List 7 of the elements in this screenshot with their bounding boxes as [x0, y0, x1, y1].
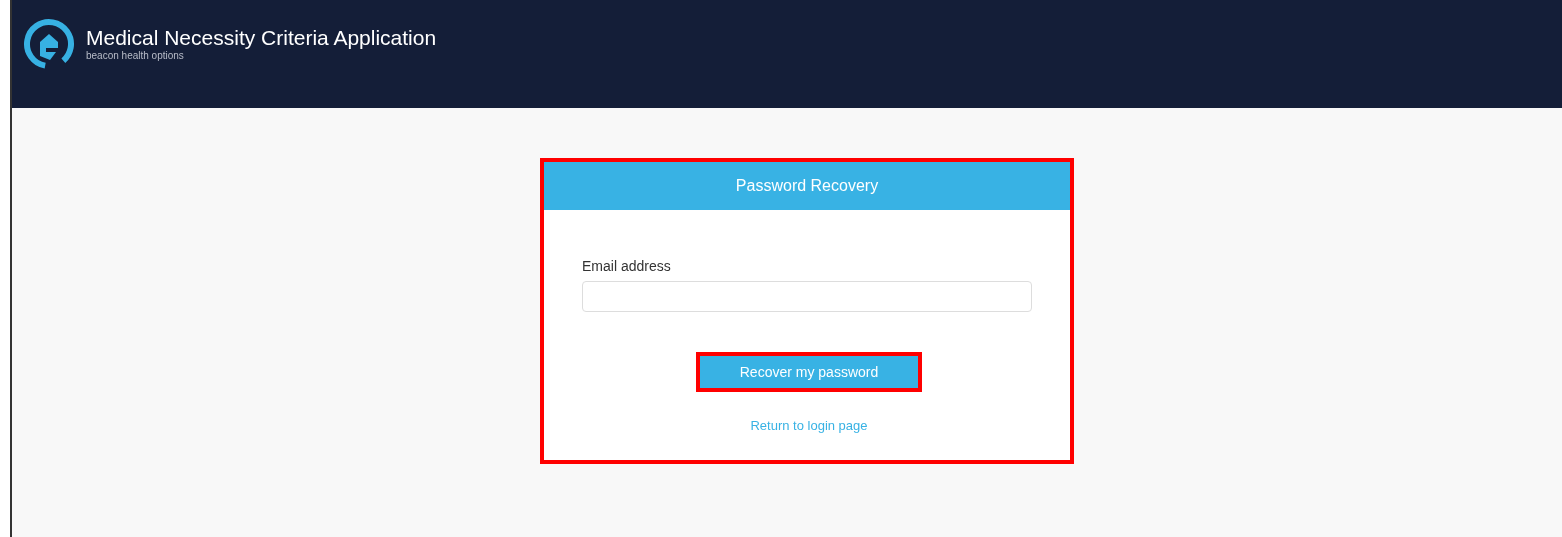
email-label: Email address	[582, 257, 672, 276]
email-field[interactable]	[582, 281, 1032, 312]
app-subtitle: beacon health options	[86, 50, 185, 61]
recover-button[interactable]: Recover my password	[700, 356, 918, 388]
return-link[interactable]: Return to login page	[750, 416, 868, 436]
app-title: Medical Necessity Criteria Application	[86, 26, 437, 50]
panel-title: Password Recovery	[544, 162, 1070, 210]
